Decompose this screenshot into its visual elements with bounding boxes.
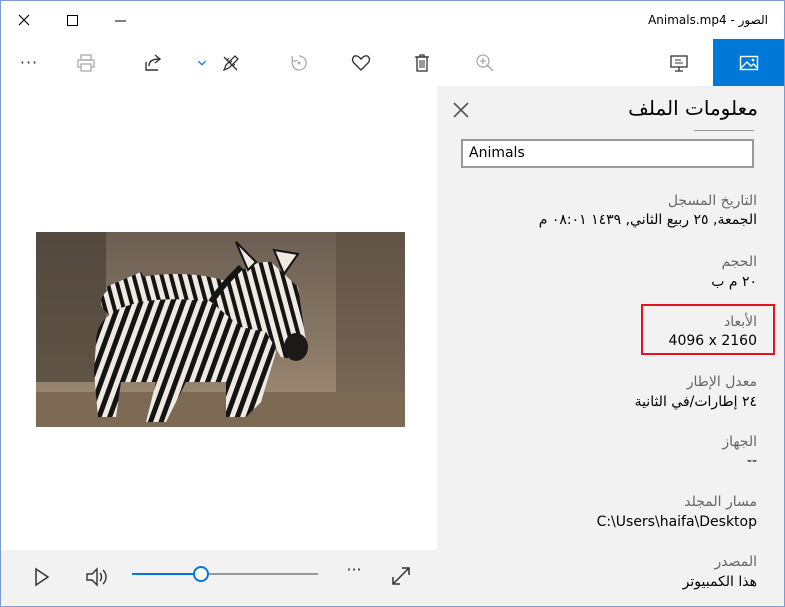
seek-bar[interactable] [132,566,318,582]
window-title: الصور - Animals.mp4 [648,13,768,27]
rotate-icon [291,54,307,71]
draw-button[interactable] [207,39,255,86]
field-label-recorded-date: التاريخ المسجل [667,193,757,209]
share-button[interactable] [129,39,177,86]
rotate-button[interactable] [275,39,323,86]
field-value-device: -- [746,453,757,469]
fullscreen-button[interactable] [389,564,413,588]
zoom-button[interactable] [461,39,509,86]
more-options-button[interactable]: ··· [5,39,53,86]
field-value-size: ٢٠ م ب [711,274,757,290]
field-label-device: الجهاز [722,434,757,450]
close-icon [453,102,469,118]
volume-button[interactable] [84,564,110,590]
field-label-folder-path: مسار المجلد [684,494,757,510]
favorite-button[interactable] [337,39,385,86]
toolbar: ··· [1,39,784,86]
share-icon [145,53,162,71]
dimensions-highlight-box [641,304,775,355]
maximize-icon [66,14,78,26]
ellipsis-icon: ··· [19,53,39,72]
print-icon [77,53,95,72]
zoom-in-icon [476,53,494,72]
slideshow-icon [670,54,688,72]
delete-button[interactable] [398,39,446,86]
field-value-recorded-date: الجمعة, ٢٥ ربيع الثاني, ١٤٣٩ ‏٠٨:٠١ م [538,212,757,228]
panel-title: معلومات الملف [628,96,758,120]
image-icon [739,55,758,70]
trash-icon [415,53,429,72]
ellipsis-icon: ··· [346,560,362,579]
zebra-image [36,232,405,427]
volume-icon [86,567,107,587]
name-label-clipped [690,128,758,134]
field-label-size: الحجم [721,254,757,270]
close-icon [18,14,30,26]
print-button[interactable] [62,39,110,86]
title-bar: الصور - Animals.mp4 [1,1,784,39]
maximize-button[interactable] [49,1,95,39]
slideshow-button[interactable] [655,39,703,86]
seek-thumb[interactable] [192,566,209,582]
field-value-frame-rate: ٢٤ إطارات/في الثانية [634,394,757,410]
play-icon [35,567,50,587]
close-button[interactable] [1,1,47,39]
player-controls: ··· [1,550,437,605]
field-label-frame-rate: معدل الإطار [686,374,757,390]
field-value-source: هذا الكمبيوتر [682,574,757,590]
file-name-input[interactable]: Animals [461,139,754,168]
video-frame[interactable] [36,232,405,427]
minimize-icon [114,20,126,21]
seek-progress [132,573,201,575]
field-label-source: المصدر [714,554,758,570]
pen-ruler-icon [222,54,239,71]
minimize-button[interactable] [97,1,143,39]
panel-close-button[interactable] [450,99,472,121]
player-more-button[interactable]: ··· [341,560,367,584]
fullscreen-icon [392,567,410,585]
field-value-folder-path: C:\Users\haifa\Desktop [596,514,757,530]
file-info-button[interactable] [713,39,784,86]
heart-icon [351,54,371,71]
play-button[interactable] [29,565,53,589]
